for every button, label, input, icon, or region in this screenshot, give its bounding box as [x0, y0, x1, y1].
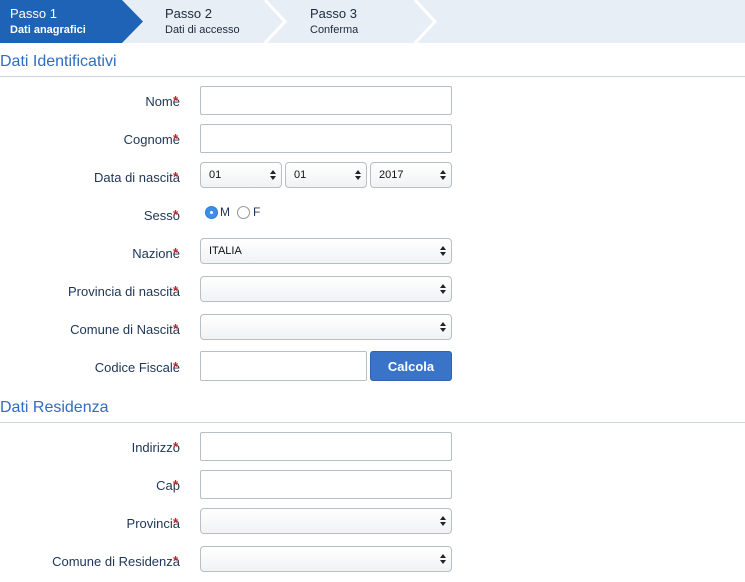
- birth-day-select[interactable]: 01: [200, 162, 282, 188]
- birth-day-value: 01: [209, 169, 222, 181]
- section-divider: [0, 76, 745, 77]
- required-marker: *: [173, 245, 179, 260]
- steps-background: [0, 0, 438, 43]
- step-1-title: Passo 1: [10, 6, 57, 21]
- nazione-select[interactable]: ITALIA: [200, 238, 452, 264]
- required-marker: *: [173, 131, 179, 146]
- sesso-m-label: M: [220, 205, 230, 219]
- step-2-subtitle: Dati di accesso: [165, 24, 240, 36]
- comune-residenza-select[interactable]: [200, 546, 452, 572]
- required-marker: *: [173, 207, 179, 222]
- section-divider: [0, 422, 745, 423]
- select-arrows-icon: [440, 170, 446, 180]
- step-2[interactable]: Passo 2 Dati di accesso: [165, 6, 240, 37]
- birth-month-select[interactable]: 01: [285, 162, 367, 188]
- step-2-title: Passo 2: [165, 6, 212, 21]
- provincia-nascita-label: Provincia di nascita: [68, 284, 180, 299]
- provincia-nascita-select[interactable]: [200, 276, 452, 302]
- section-title-residenza: Dati Residenza: [0, 399, 109, 416]
- step-1[interactable]: Passo 1 Dati anagrafici: [10, 6, 86, 37]
- birth-month-value: 01: [294, 169, 307, 181]
- codice-fiscale-input[interactable]: [200, 351, 367, 381]
- step-3[interactable]: Passo 3 Conferma: [310, 6, 358, 37]
- sesso-f-label: F: [253, 205, 261, 219]
- required-marker: *: [173, 321, 179, 336]
- required-marker: *: [173, 439, 179, 454]
- provincia-label: Provincia: [126, 516, 180, 531]
- birth-year-value: 2017: [379, 169, 404, 181]
- comune-nascita-label: Comune di Nascita: [70, 322, 180, 337]
- comune-residenza-label: Comune di Residenza: [52, 554, 180, 569]
- provincia-select[interactable]: [200, 508, 452, 534]
- section-title-identificativi: Dati Identificativi: [0, 53, 117, 70]
- select-arrows-icon: [440, 246, 446, 256]
- indirizzo-input[interactable]: [200, 432, 452, 461]
- sesso-m-radio[interactable]: [205, 206, 218, 219]
- required-marker: *: [173, 169, 179, 184]
- select-arrows-icon: [355, 170, 361, 180]
- cognome-label: Cognome: [123, 132, 180, 147]
- codice-fiscale-label: Codice Fiscale: [94, 360, 180, 375]
- required-marker: *: [173, 515, 179, 530]
- birth-year-select[interactable]: 2017: [370, 162, 452, 188]
- select-arrows-icon: [270, 170, 276, 180]
- wizard-steps: Passo 1 Dati anagrafici Passo 2 Dati di …: [0, 0, 745, 43]
- step-3-subtitle: Conferma: [310, 24, 359, 36]
- cap-input[interactable]: [200, 470, 452, 499]
- select-arrows-icon: [440, 322, 446, 332]
- nazione-value: ITALIA: [209, 245, 242, 257]
- cognome-input[interactable]: [200, 124, 452, 153]
- sesso-f-radio[interactable]: [237, 206, 250, 219]
- required-marker: *: [173, 359, 179, 374]
- comune-nascita-select[interactable]: [200, 314, 452, 340]
- step-3-title: Passo 3: [310, 6, 357, 21]
- required-marker: *: [173, 283, 179, 298]
- required-marker: *: [173, 553, 179, 568]
- calcola-button[interactable]: Calcola: [370, 351, 452, 381]
- nome-input[interactable]: [200, 86, 452, 115]
- select-arrows-icon: [440, 284, 446, 294]
- step-1-subtitle: Dati anagrafici: [10, 24, 86, 36]
- required-marker: *: [173, 477, 179, 492]
- select-arrows-icon: [440, 516, 446, 526]
- required-marker: *: [173, 93, 179, 108]
- data-nascita-label: Data di nascita: [94, 170, 180, 185]
- select-arrows-icon: [440, 554, 446, 564]
